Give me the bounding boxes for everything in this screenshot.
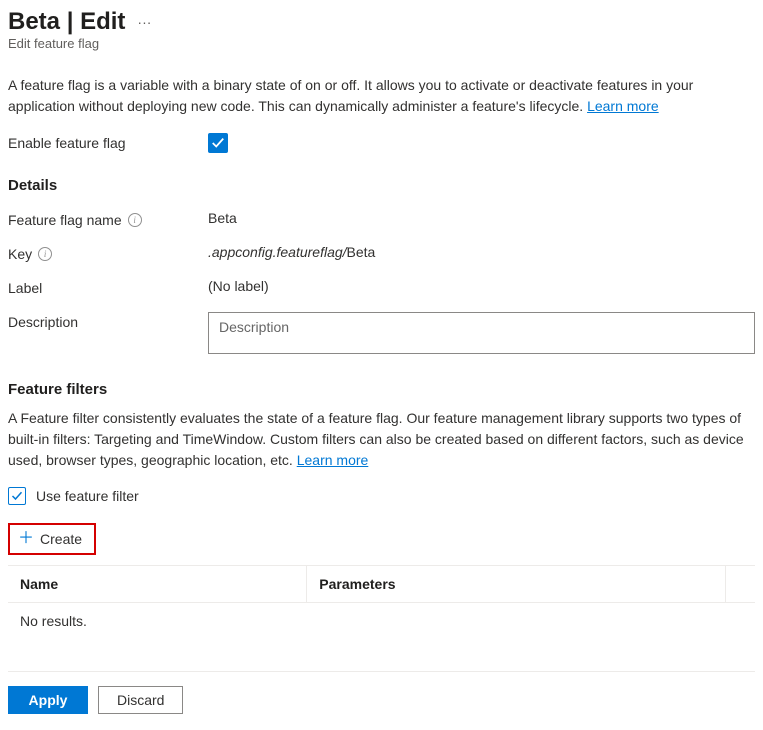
table-row: No results. bbox=[8, 603, 755, 640]
use-feature-filter-label: Use feature filter bbox=[36, 488, 139, 504]
apply-button[interactable]: Apply bbox=[8, 686, 88, 714]
create-button-label: Create bbox=[40, 531, 82, 547]
create-button[interactable]: ＋ Create bbox=[8, 523, 96, 555]
discard-button[interactable]: Discard bbox=[98, 686, 183, 714]
more-icon[interactable]: ··· bbox=[137, 14, 151, 30]
col-name: Name bbox=[8, 566, 307, 603]
description-label: Description bbox=[8, 312, 208, 330]
intro-learn-more-link[interactable]: Learn more bbox=[587, 98, 659, 114]
enable-flag-label: Enable feature flag bbox=[8, 133, 208, 151]
filters-heading: Feature filters bbox=[8, 381, 755, 398]
description-input[interactable] bbox=[208, 312, 755, 354]
feature-flag-name-label: Feature flag name bbox=[8, 212, 122, 228]
col-params: Parameters bbox=[307, 566, 725, 603]
enable-flag-checkbox[interactable] bbox=[208, 133, 228, 153]
key-label: Key bbox=[8, 246, 32, 262]
feature-flag-name-value: Beta bbox=[208, 210, 755, 226]
key-prefix: .appconfig.featureflag/ bbox=[208, 244, 347, 260]
filters-text: A Feature filter consistently evaluates … bbox=[8, 408, 755, 471]
info-icon[interactable]: i bbox=[38, 247, 52, 261]
label-value: (No label) bbox=[208, 278, 755, 294]
checkmark-icon bbox=[11, 490, 23, 502]
filters-table: Name Parameters No results. bbox=[8, 565, 755, 639]
plus-icon: ＋ bbox=[18, 531, 34, 547]
key-value: .appconfig.featureflag/Beta bbox=[208, 244, 755, 260]
page-title: Beta | Edit bbox=[8, 8, 125, 36]
filters-learn-more-link[interactable]: Learn more bbox=[297, 452, 369, 468]
page-subtitle: Edit feature flag bbox=[8, 36, 755, 51]
use-feature-filter-checkbox[interactable] bbox=[8, 487, 26, 505]
empty-results: No results. bbox=[8, 603, 755, 640]
key-name: Beta bbox=[347, 244, 376, 260]
label-label: Label bbox=[8, 278, 208, 296]
intro-text: A feature flag is a variable with a bina… bbox=[8, 75, 755, 117]
checkmark-icon bbox=[211, 136, 225, 150]
details-heading: Details bbox=[8, 177, 755, 194]
info-icon[interactable]: i bbox=[128, 213, 142, 227]
col-actions bbox=[725, 566, 755, 603]
filters-text-body: A Feature filter consistently evaluates … bbox=[8, 410, 744, 468]
